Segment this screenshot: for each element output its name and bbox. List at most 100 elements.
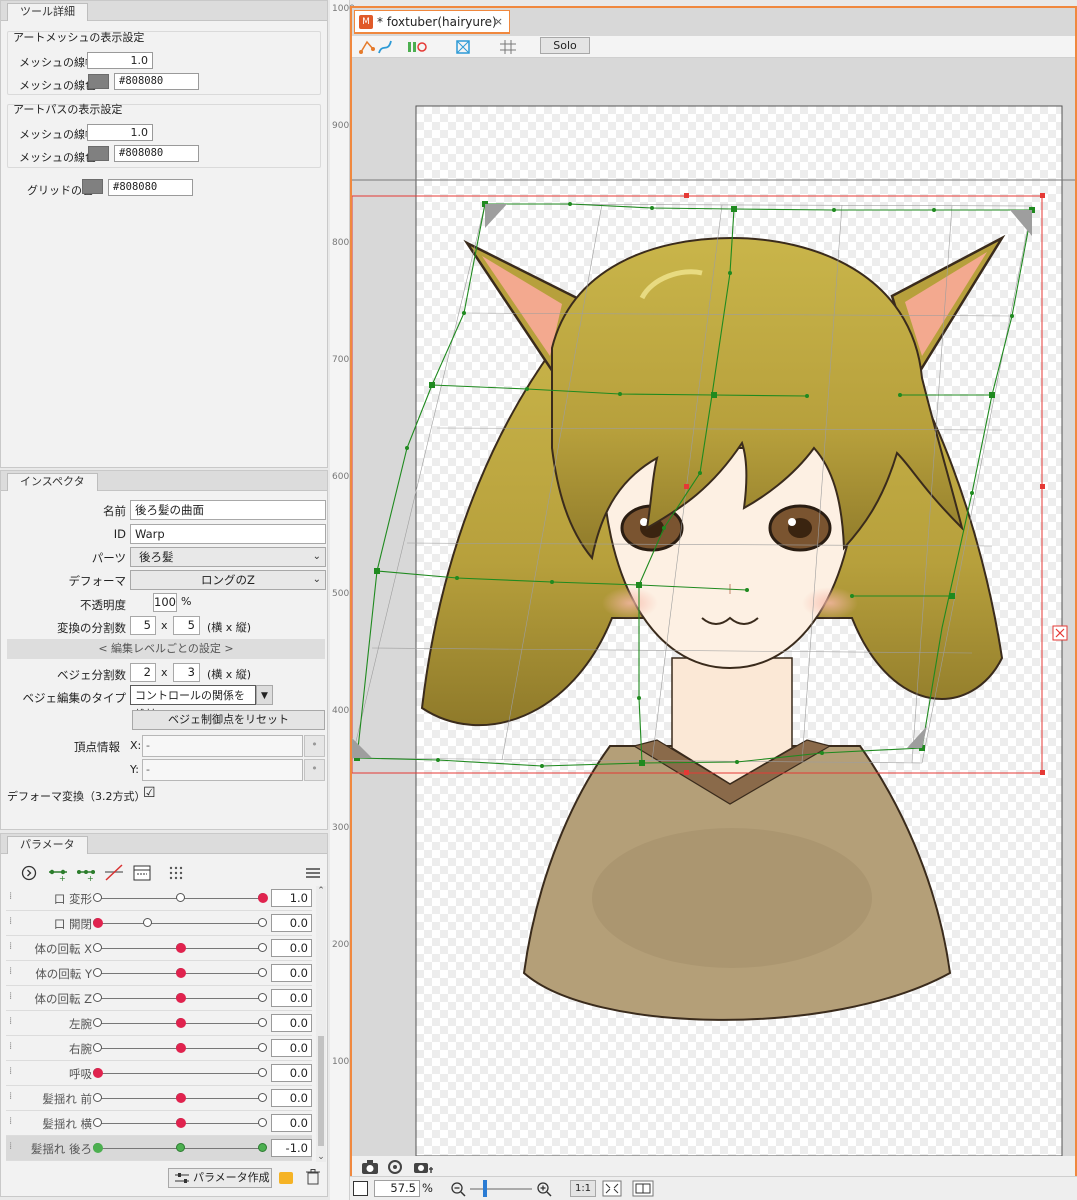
art-mesh-line-width-input[interactable]: 1.0 — [87, 52, 153, 69]
parameter-value-input[interactable]: 0.0 — [271, 1014, 312, 1032]
bezier-y-input[interactable]: 3 — [173, 663, 200, 682]
deformer-select[interactable]: ロングのZ ⌄ — [130, 570, 326, 590]
parameter-slider-track[interactable] — [98, 923, 263, 924]
parameter-row[interactable]: ⁞ 髪揺れ 後ろ -1.0 — [6, 1136, 312, 1161]
id-input[interactable]: Warp — [130, 524, 326, 544]
bezier-type-select[interactable]: コントロールの関係を維持 — [130, 685, 256, 721]
parameter-value-input[interactable]: 0.0 — [271, 914, 312, 932]
parameter-key[interactable] — [142, 918, 152, 927]
parameter-value-input[interactable]: 0.0 — [271, 1064, 312, 1082]
parts-select[interactable]: 後ろ髪 ⌄ — [130, 547, 326, 567]
parameter-slider-thumb[interactable] — [175, 1018, 186, 1028]
parameter-slider-thumb[interactable] — [175, 968, 186, 978]
zoom-in-icon[interactable] — [536, 1181, 552, 1197]
drag-handle-icon[interactable]: ⁞ — [9, 916, 12, 927]
parameter-key[interactable] — [93, 1018, 102, 1027]
parameter-key[interactable] — [258, 918, 267, 927]
param-grid-button[interactable] — [130, 862, 152, 882]
parameter-value-input[interactable]: 0.0 — [271, 939, 312, 957]
parameter-row[interactable]: ⁞ 体の回転 Y 0.0 — [6, 961, 312, 986]
document-tab[interactable]: M * foxtuber(hairyure) × — [354, 10, 510, 34]
parameter-key[interactable] — [93, 968, 102, 977]
param-add-key-button[interactable]: + — [46, 862, 68, 883]
param-scrollbar[interactable]: ⌃ ⌄ — [316, 886, 326, 1162]
parameter-slider-thumb[interactable] — [175, 1093, 186, 1103]
create-parameter-button[interactable]: パラメータ作成 — [168, 1168, 272, 1188]
parameter-value-input[interactable]: -1.0 — [271, 1139, 312, 1157]
parameter-slider-track[interactable] — [98, 1073, 263, 1074]
parameter-key[interactable] — [93, 993, 102, 1002]
parameter-row[interactable]: ⁞ 口 変形 1.0 — [6, 886, 312, 911]
scroll-thumb[interactable] — [318, 1036, 324, 1146]
drag-handle-icon[interactable]: ⁞ — [9, 1066, 12, 1077]
param-expand-button[interactable] — [18, 862, 40, 882]
mesh-select-icon[interactable] — [454, 38, 472, 56]
parameter-slider-thumb[interactable] — [175, 943, 186, 953]
parameter-value-input[interactable]: 0.0 — [271, 1089, 312, 1107]
vertex-y-stepper[interactable]: • — [304, 759, 325, 781]
parameter-row[interactable]: ⁞ 体の回転 Z 0.0 — [6, 986, 312, 1011]
bezier-type-dropdown-button[interactable]: ▼ — [256, 685, 273, 705]
division-x-input[interactable]: 5 — [130, 616, 156, 635]
glue-icon[interactable] — [406, 38, 428, 56]
name-input[interactable]: 後ろ髪の曲面 — [130, 500, 326, 520]
parameter-value-input[interactable]: 1.0 — [271, 889, 312, 907]
camera-export-icon[interactable] — [412, 1158, 434, 1176]
parameter-row[interactable]: ⁞ 右腕 0.0 — [6, 1036, 312, 1061]
drag-handle-icon[interactable]: ⁞ — [9, 1016, 12, 1027]
param-menu-button[interactable] — [302, 862, 324, 882]
parameter-slider-thumb[interactable] — [175, 1118, 186, 1128]
parameter-key[interactable] — [258, 1018, 267, 1027]
actual-size-button[interactable]: 1:1 — [570, 1180, 596, 1197]
drag-handle-icon[interactable]: ⁞ — [9, 891, 12, 902]
parameter-key[interactable] — [258, 1043, 267, 1052]
art-path-color-input[interactable]: #808080 — [114, 145, 199, 162]
drag-handle-icon[interactable]: ⁞ — [9, 991, 12, 1002]
opacity-input[interactable]: 100 — [153, 593, 177, 612]
parameter-key[interactable] — [258, 968, 267, 977]
parameter-slider-thumb[interactable] — [93, 918, 103, 928]
parameter-key[interactable] — [93, 943, 102, 952]
drag-handle-icon[interactable]: ⁞ — [9, 1091, 12, 1102]
drag-handle-icon[interactable]: ⁞ — [9, 966, 12, 977]
tab-tool-detail[interactable]: ツール詳細 — [7, 3, 88, 21]
parameter-row[interactable]: ⁞ 呼吸 0.0 — [6, 1061, 312, 1086]
param-delete-key-button[interactable] — [102, 862, 124, 882]
parameter-row[interactable]: ⁞ 左腕 0.0 — [6, 1011, 312, 1036]
reset-bezier-button[interactable]: ベジェ制御点をリセット — [132, 710, 325, 730]
camera-settings-icon[interactable] — [386, 1158, 406, 1176]
deformer-32-checkbox[interactable]: ☑ — [143, 785, 156, 801]
scroll-down-icon[interactable]: ⌄ — [316, 1152, 326, 1162]
camera-icon[interactable] — [360, 1158, 380, 1176]
fit-width-icon[interactable] — [632, 1180, 654, 1197]
parameter-slider-thumb[interactable] — [93, 1068, 103, 1078]
parameter-key[interactable] — [258, 943, 267, 952]
zoom-slider-track[interactable] — [470, 1188, 532, 1190]
parameter-row[interactable]: ⁞ 髪揺れ 前 0.0 — [6, 1086, 312, 1111]
parameter-key[interactable] — [258, 993, 267, 1002]
art-path-line-width-input[interactable]: 1.0 — [87, 124, 153, 141]
parameter-row[interactable]: ⁞ 髪揺れ 横 0.0 — [6, 1111, 312, 1136]
trash-icon[interactable] — [306, 1169, 320, 1188]
parameter-value-input[interactable]: 0.0 — [271, 1039, 312, 1057]
parameter-slider-thumb[interactable] — [175, 1043, 186, 1053]
param-add-keys-button[interactable]: + — [74, 862, 96, 883]
grid-color-input[interactable]: #808080 — [108, 179, 193, 196]
parameter-key[interactable] — [93, 1118, 102, 1127]
fit-screen-icon[interactable] — [602, 1180, 622, 1197]
parameter-key[interactable] — [258, 1093, 267, 1102]
parameter-value-input[interactable]: 0.0 — [271, 989, 312, 1007]
parameter-key[interactable] — [258, 1143, 267, 1152]
tab-parameters[interactable]: パラメータ — [7, 836, 88, 854]
deformer-path-icon[interactable] — [376, 38, 394, 56]
bezier-x-input[interactable]: 2 — [130, 663, 156, 682]
drag-handle-icon[interactable]: ⁞ — [9, 1041, 12, 1052]
close-icon[interactable]: × — [494, 11, 503, 33]
drag-handle-icon[interactable]: ⁞ — [9, 941, 12, 952]
parameter-value-input[interactable]: 0.0 — [271, 964, 312, 982]
solo-button[interactable]: Solo — [540, 37, 590, 54]
zoom-input[interactable]: 57.5 — [374, 1180, 420, 1197]
parameter-key[interactable] — [93, 893, 102, 902]
parameter-key[interactable] — [175, 1143, 185, 1152]
model-stage[interactable] — [352, 58, 1075, 1158]
